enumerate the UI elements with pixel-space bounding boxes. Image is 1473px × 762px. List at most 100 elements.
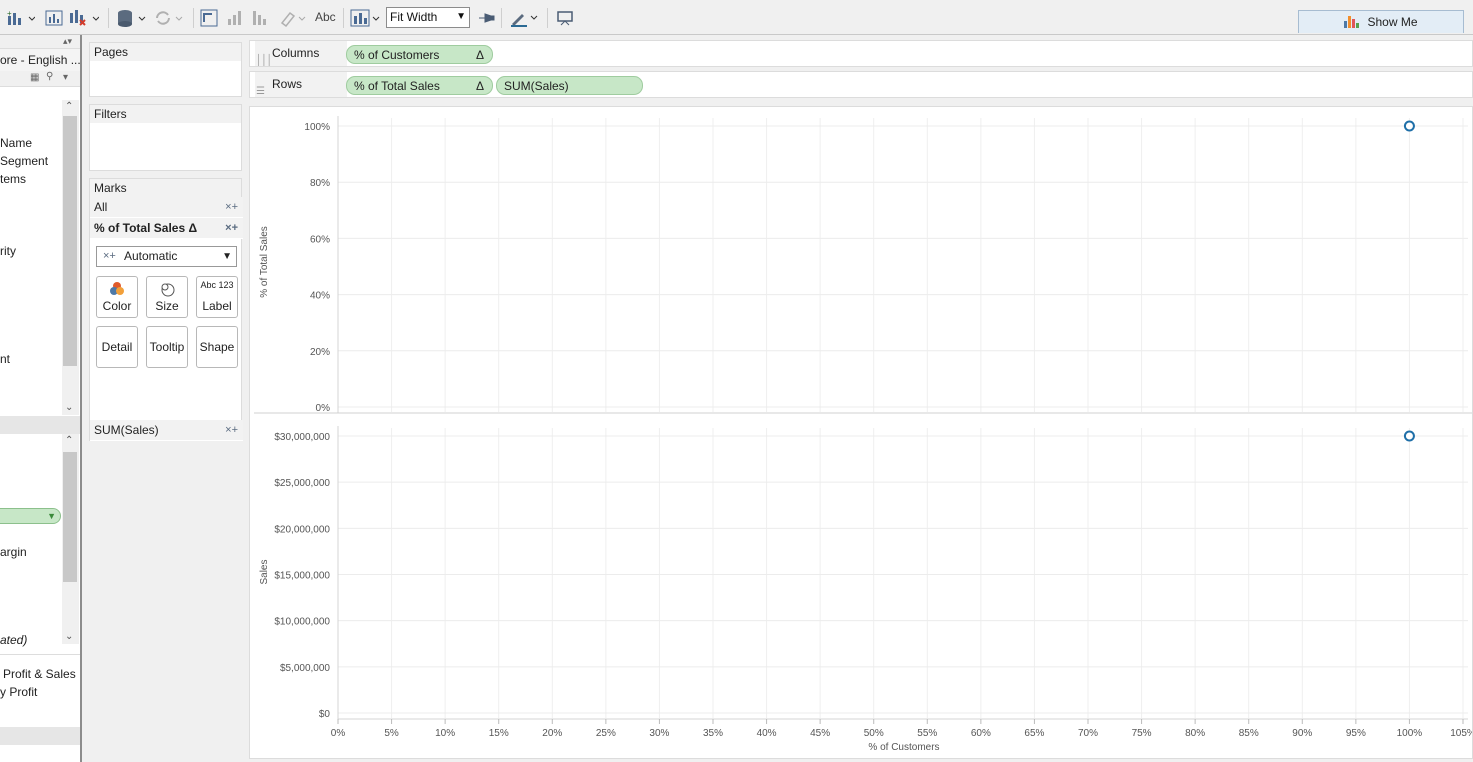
measure-item[interactable]: argin [0,545,27,559]
pin-icon[interactable] [477,9,495,27]
tooltip-label: Tooltip [149,340,185,354]
x-tick-label: 75% [1132,728,1152,739]
columns-shelf[interactable]: │││ Columns % of Customers Δ [249,40,1473,67]
expand-icon[interactable]: ×+ [225,218,238,239]
rows-label-text: Rows [272,77,303,91]
measures-scrollbar[interactable]: ⌃ ⌄ [62,434,79,644]
show-mark-labels-button[interactable]: Abc [315,10,336,24]
marks-pane2-row[interactable]: SUM(Sales) ×+ [90,420,243,441]
x-tick-label: 95% [1346,728,1366,739]
automatic-mark-icon: ×+ [103,250,116,262]
scroll-down-icon[interactable]: ⌄ [65,631,73,642]
color-icon [97,277,137,297]
dimension-item[interactable]: tems [0,172,26,186]
highlight-icon[interactable] [278,9,308,27]
expand-icon[interactable]: ×+ [225,420,238,441]
rows-pill-sum-sales[interactable]: SUM(Sales) [496,76,643,95]
y-tick-label: $5,000,000 [280,663,330,674]
x-tick-label: 25% [596,728,616,739]
new-worksheet-icon[interactable] [44,9,64,27]
x-tick-label: 35% [703,728,723,739]
scrollbar-thumb[interactable] [63,452,77,582]
presentation-mode-icon[interactable] [555,9,575,27]
measure-item[interactable]: ated) [0,633,27,647]
x-tick-label: 15% [489,728,509,739]
dimension-item[interactable]: rity [0,244,16,258]
selected-field-pill[interactable]: ▼ [0,508,61,524]
size-button[interactable]: Size [146,276,188,318]
refresh-icon[interactable] [153,9,185,27]
tooltip-button[interactable]: Tooltip [146,326,188,368]
dimension-item[interactable]: Name [0,136,32,150]
y-axis-title: % of Total Sales [259,226,270,298]
x-tick-label: 20% [542,728,562,739]
y-tick-label: $30,000,000 [274,432,330,443]
label-label: Label [202,299,232,313]
label-button[interactable]: Abc 123 Label [196,276,238,318]
x-tick-label: 30% [649,728,669,739]
marks-pane1-label: % of Total Sales Δ [94,221,198,235]
x-tick-label: 70% [1078,728,1098,739]
data-source-item[interactable]: ore - English ... [0,49,80,71]
rows-shelf-label: ☰ Rows [255,72,347,97]
detail-button[interactable]: Detail [96,326,138,368]
dimensions-scrollbar[interactable]: ⌃ ⌄ [62,100,79,415]
search-icon[interactable]: ⚲ [46,71,53,82]
rows-shelf[interactable]: ☰ Rows % of Total Sales Δ SUM(Sales) [249,71,1473,98]
y-tick-label: 40% [310,291,330,302]
fit-width-select[interactable]: Fit Width ▼ [386,7,470,28]
parameters-header [0,727,80,745]
new-data-source-icon[interactable]: + [6,9,36,27]
show-me-label: Show Me [1367,15,1418,29]
view-list-icon[interactable]: ▦ [30,72,39,83]
set-item[interactable]: Profit & Sales [3,667,76,681]
show-me-button[interactable]: Show Me [1298,10,1464,33]
marks-pane1-row[interactable]: % of Total Sales Δ ×+ [90,218,243,239]
shape-label: Shape [199,340,235,354]
marks-title: Marks [90,179,241,197]
scroll-down-icon[interactable]: ⌄ [65,402,73,413]
set-item[interactable]: y Profit [0,685,37,699]
y-tick-label: $15,000,000 [274,571,330,582]
shape-button[interactable]: Shape [196,326,238,368]
filters-card[interactable]: Filters [89,104,242,171]
x-tick-label: 50% [864,728,884,739]
scroll-up-icon[interactable]: ⌃ [65,435,73,446]
sort-descending-icon[interactable] [250,9,274,27]
pages-card[interactable]: Pages [89,42,242,97]
pill-label: % of Total Sales [354,79,440,93]
rows-pill-total-sales[interactable]: % of Total Sales Δ [346,76,493,95]
x-tick-label: 5% [384,728,399,739]
scrollbar-thumb[interactable] [63,116,77,366]
menu-arrow-icon[interactable]: ▾ [63,72,68,83]
y-tick-label: $25,000,000 [274,478,330,489]
collapse-arrows-icon[interactable]: ▴▾ [63,36,72,47]
y-tick-label: 60% [310,234,330,245]
table-calc-delta-icon: Δ [475,79,484,93]
expand-icon[interactable]: ×+ [225,197,238,218]
dropdown-arrow-icon[interactable]: ▼ [47,511,56,521]
show-me-icon [1344,16,1360,28]
mark-type-select[interactable]: ×+ Automatic ▼ [96,246,237,267]
sort-ascending-icon[interactable] [225,9,245,27]
dimension-item[interactable]: Segment [0,154,48,168]
color-button[interactable]: Color [96,276,138,318]
chart-size-icon[interactable] [349,9,381,27]
dimension-item[interactable]: nt [0,352,10,366]
y-tick-label: $0 [319,709,331,720]
x-tick-label: 55% [917,728,937,739]
marks-card: Marks All ×+ % of Total Sales Δ ×+ ×+ Au… [89,178,243,441]
swap-rows-columns-icon[interactable] [200,9,218,27]
pill-label: % of Customers [354,48,440,62]
marks-all-row[interactable]: All ×+ [90,197,243,218]
x-tick-label: 60% [971,728,991,739]
data-source-icon[interactable] [116,9,148,27]
clear-sheet-icon[interactable] [68,9,100,27]
table-calc-delta-icon: Δ [475,48,484,62]
rows-grip-icon: ☰ [256,86,265,97]
chevron-down-icon: ▼ [222,251,232,262]
columns-pill-customers[interactable]: % of Customers Δ [346,45,493,64]
y-tick-label: $20,000,000 [274,524,330,535]
annotate-pen-icon[interactable] [508,9,540,27]
scroll-up-icon[interactable]: ⌃ [65,101,73,112]
